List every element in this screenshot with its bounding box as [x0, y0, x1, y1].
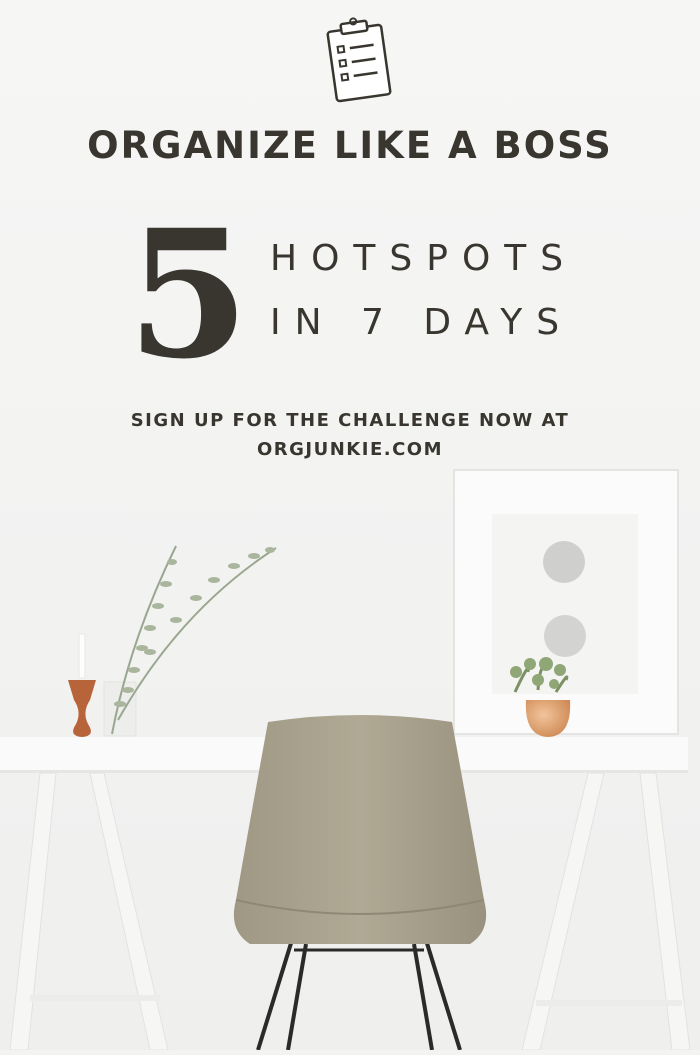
headline: ORGANIZE LIKE A BOSS [87, 124, 613, 167]
framed-art [453, 469, 679, 735]
hotspots-line: HOTSPOTS [270, 238, 578, 279]
title-block: ORGANIZE LIKE A BOSS 5 HOTSPOTS IN 7 DAY… [0, 0, 700, 470]
cta-website[interactable]: ORGJUNKIE.COM [0, 439, 700, 460]
clipboard-checklist-icon [326, 16, 394, 104]
cta-line-1: SIGN UP FOR THE CHALLENGE NOW AT [130, 410, 570, 431]
big-number: 5 [127, 191, 250, 398]
days-line: IN 7 DAYS [270, 302, 574, 343]
